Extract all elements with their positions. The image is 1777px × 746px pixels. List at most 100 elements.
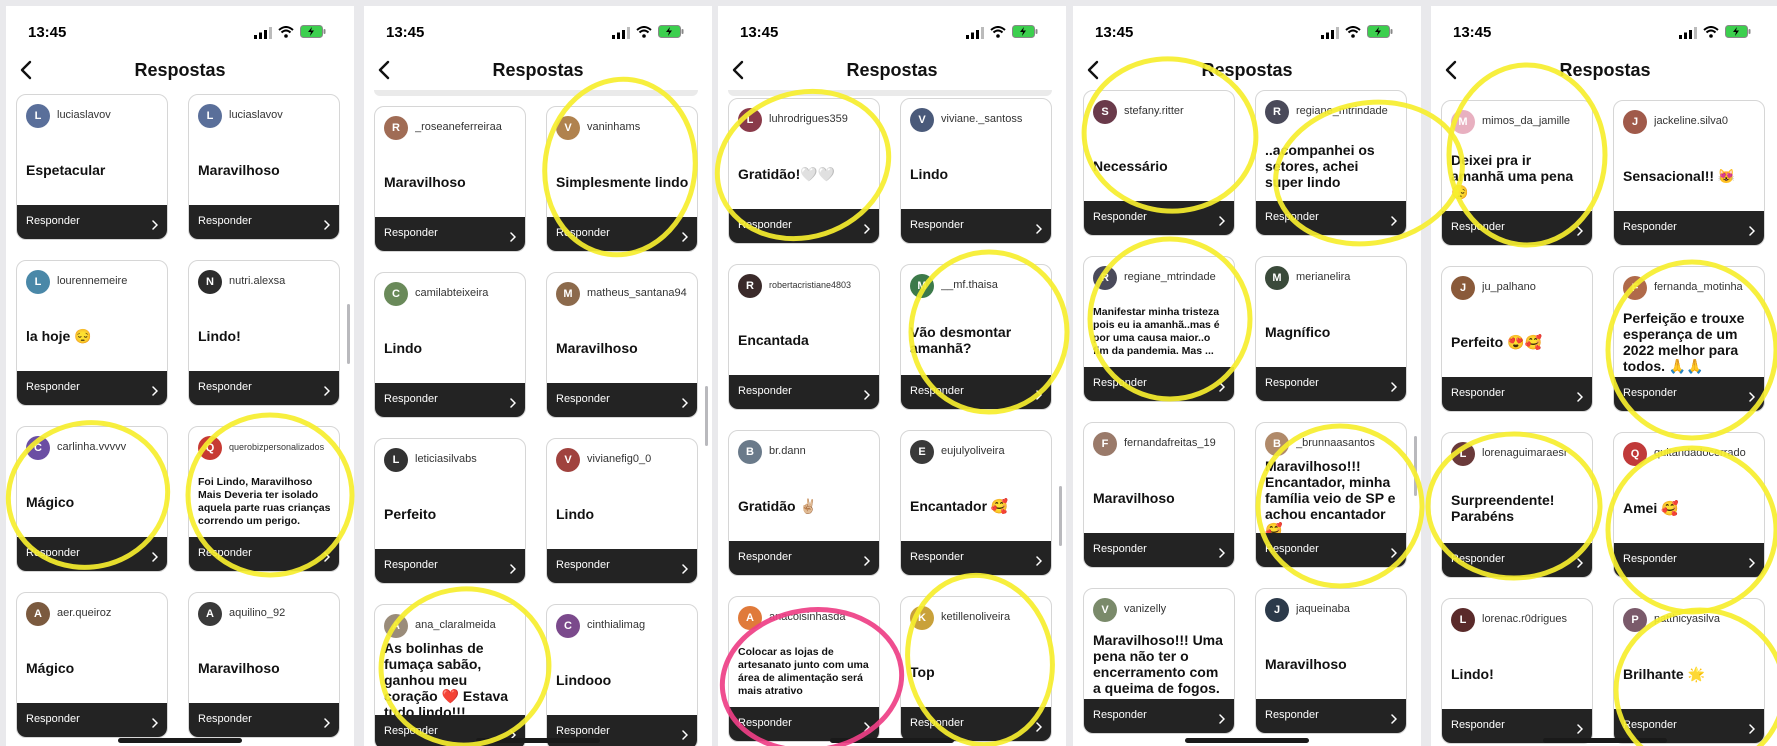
avatar[interactable]: P <box>1623 608 1647 632</box>
avatar[interactable]: F <box>1093 432 1117 456</box>
reply-button[interactable]: Responder <box>17 205 167 239</box>
username[interactable]: __mf.thaisa <box>941 279 1047 291</box>
reply-button[interactable]: Responder <box>901 375 1051 409</box>
reply-button[interactable]: Responder <box>729 209 879 243</box>
username[interactable]: mimos_da_jamille <box>1482 115 1588 127</box>
avatar[interactable]: L <box>26 270 50 294</box>
username[interactable]: luciaslavov <box>229 109 335 121</box>
avatar[interactable]: A <box>384 614 408 638</box>
reply-button[interactable]: Responder <box>1256 367 1406 401</box>
reply-button[interactable]: Responder <box>375 549 525 583</box>
username[interactable]: carlinha.vvvvv <box>57 441 163 453</box>
reply-button[interactable]: Responder <box>189 537 339 571</box>
username[interactable]: querobizpersonalizados <box>229 442 335 452</box>
avatar[interactable]: C <box>26 436 50 460</box>
reply-button[interactable]: Responder <box>547 217 697 251</box>
avatar[interactable]: L <box>384 448 408 472</box>
reply-button[interactable]: Responder <box>729 707 879 741</box>
username[interactable]: vaninhams <box>587 121 693 133</box>
avatar[interactable]: R <box>1093 266 1117 290</box>
username[interactable]: cinthialimag <box>587 619 693 631</box>
username[interactable]: luciaslavov <box>57 109 163 121</box>
reply-button[interactable]: Responder <box>375 217 525 251</box>
reply-button[interactable]: Responder <box>1084 367 1234 401</box>
avatar[interactable]: N <box>198 270 222 294</box>
avatar[interactable]: M <box>556 282 580 306</box>
avatar[interactable]: V <box>556 448 580 472</box>
reply-button[interactable]: Responder <box>1256 201 1406 235</box>
username[interactable]: robertacristiane4803 <box>769 280 875 290</box>
username[interactable]: regiane_mtrindade <box>1124 271 1230 283</box>
username[interactable]: luhrodrigues359 <box>769 113 875 125</box>
avatar[interactable]: C <box>556 614 580 638</box>
username[interactable]: ju_palhano <box>1482 281 1588 293</box>
reply-button[interactable]: Responder <box>1256 699 1406 733</box>
reply-button[interactable]: Responder <box>1614 377 1764 411</box>
avatar[interactable]: R <box>384 116 408 140</box>
username[interactable]: lorenaguimaraesr <box>1482 447 1588 459</box>
reply-button[interactable]: Responder <box>1084 533 1234 567</box>
reply-button[interactable]: Responder <box>901 707 1051 741</box>
avatar[interactable]: E <box>910 440 934 464</box>
reply-button[interactable]: Responder <box>189 703 339 737</box>
avatar[interactable]: C <box>384 282 408 306</box>
avatar[interactable]: V <box>1093 598 1117 622</box>
reply-button[interactable]: Responder <box>17 537 167 571</box>
avatar[interactable]: A <box>738 606 762 630</box>
reply-button[interactable]: Responder <box>1442 543 1592 577</box>
username[interactable]: matheus_santana94 <box>587 287 693 299</box>
reply-button[interactable]: Responder <box>1442 377 1592 411</box>
username[interactable]: quitandadocerrado <box>1654 447 1760 459</box>
avatar[interactable]: M <box>910 274 934 298</box>
username[interactable]: viviane._santoss <box>941 113 1047 125</box>
reply-button[interactable]: Responder <box>17 703 167 737</box>
reply-button[interactable]: Responder <box>189 205 339 239</box>
username[interactable]: camilabteixeira <box>415 287 521 299</box>
reply-button[interactable]: Responder <box>1084 699 1234 733</box>
username[interactable]: vanizelly <box>1124 603 1230 615</box>
username[interactable]: eujulyoliveira <box>941 445 1047 457</box>
username[interactable]: stefany.ritter <box>1124 105 1230 117</box>
username[interactable]: nutri.alexsa <box>229 275 335 287</box>
username[interactable]: lourennemeire <box>57 275 163 287</box>
avatar[interactable]: M <box>1265 266 1289 290</box>
username[interactable]: aer.queiroz <box>57 607 163 619</box>
username[interactable]: jackeline.silva0 <box>1654 115 1760 127</box>
username[interactable]: fernandafreitas_19 <box>1124 437 1230 449</box>
avatar[interactable]: R <box>1265 100 1289 124</box>
username[interactable]: lorenac.r0drigues <box>1482 613 1588 625</box>
avatar[interactable]: B <box>1265 432 1289 456</box>
avatar[interactable]: L <box>1451 442 1475 466</box>
avatar[interactable]: A <box>26 602 50 626</box>
avatar[interactable]: K <box>910 606 934 630</box>
reply-button[interactable]: Responder <box>547 549 697 583</box>
username[interactable]: aquilino_92 <box>229 607 335 619</box>
reply-button[interactable]: Responder <box>1256 533 1406 567</box>
reply-button[interactable]: Responder <box>375 383 525 417</box>
avatar[interactable]: V <box>556 116 580 140</box>
username[interactable]: _roseaneferreiraa <box>415 121 521 133</box>
username[interactable]: regiane_mtrindade <box>1296 105 1402 117</box>
username[interactable]: vivianefig0_0 <box>587 453 693 465</box>
username[interactable]: merianelira <box>1296 271 1402 283</box>
username[interactable]: ketillenoliveira <box>941 611 1047 623</box>
avatar[interactable]: B <box>738 440 762 464</box>
avatar[interactable]: L <box>1451 608 1475 632</box>
avatar[interactable]: M <box>1451 110 1475 134</box>
reply-button[interactable]: Responder <box>1614 543 1764 577</box>
reply-button[interactable]: Responder <box>729 541 879 575</box>
username[interactable]: fernanda_motinha <box>1654 281 1760 293</box>
reply-button[interactable]: Responder <box>1084 201 1234 235</box>
avatar[interactable]: Q <box>1623 442 1647 466</box>
avatar[interactable]: J <box>1623 110 1647 134</box>
avatar[interactable]: S <box>1093 100 1117 124</box>
username[interactable]: _brunnaasantos <box>1296 437 1402 449</box>
username[interactable]: br.dann <box>769 445 875 457</box>
avatar[interactable]: L <box>198 104 222 128</box>
avatar[interactable]: F <box>1623 276 1647 300</box>
avatar[interactable]: L <box>738 108 762 132</box>
avatar[interactable]: J <box>1265 598 1289 622</box>
reply-button[interactable]: Responder <box>901 541 1051 575</box>
username[interactable]: anacoisinhasda <box>769 611 875 623</box>
avatar[interactable]: R <box>738 274 762 298</box>
